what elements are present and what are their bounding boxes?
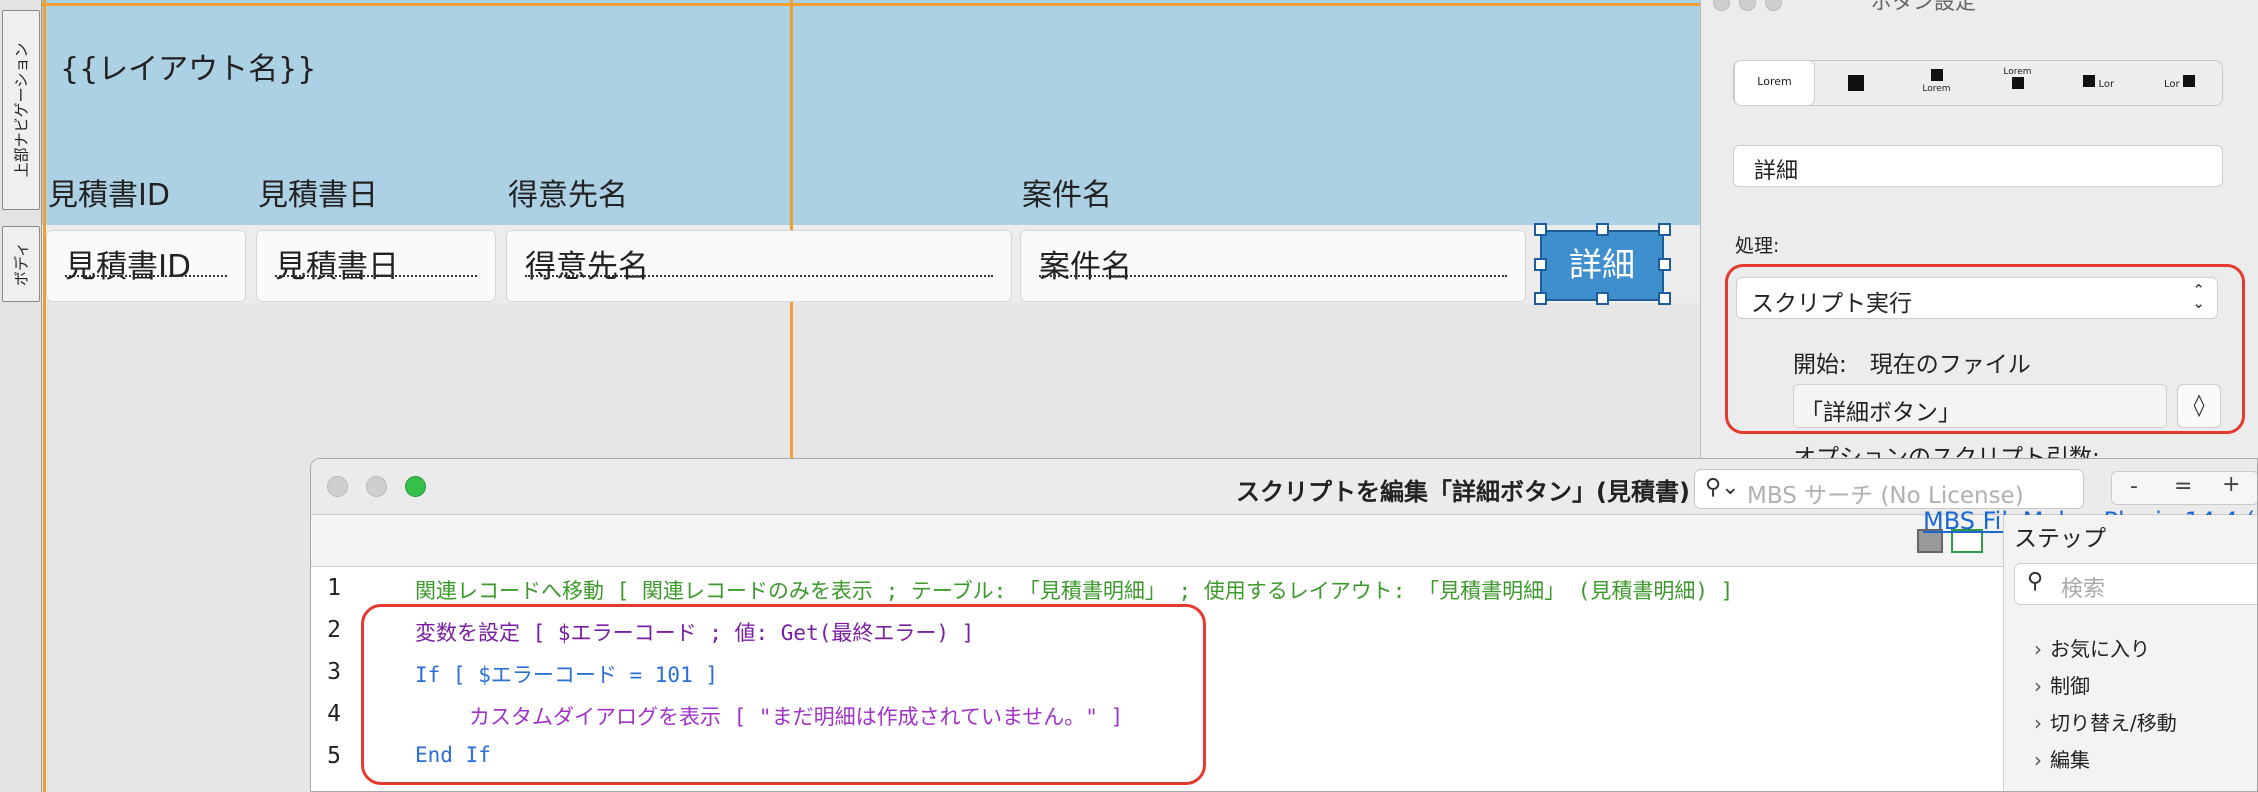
square-icon: [2183, 75, 2196, 87]
style-icon-right[interactable]: Lor: [2139, 61, 2220, 105]
style-icon-only[interactable]: [1815, 61, 1896, 105]
button-style-selector[interactable]: Lorem Lorem Lorem Lor Lor: [1733, 60, 2223, 106]
close-window-button[interactable]: [327, 476, 348, 497]
script-picker-icon[interactable]: ◊: [2177, 384, 2221, 428]
style-icon-top[interactable]: Lorem: [1896, 61, 1977, 105]
field-estimate-id-label: 見積書ID: [65, 249, 192, 285]
mbs-search-placeholder: MBS サーチ (No License): [1747, 483, 2024, 509]
script-step-go-to-related-record[interactable]: 関連レコードへ移動 [ 関連レコードのみを表示 ; テーブル: 「見積書明細」 …: [415, 575, 1733, 605]
style-text-only[interactable]: Lorem: [1734, 60, 1815, 106]
resize-handle[interactable]: [1658, 223, 1671, 236]
close-window-button[interactable]: [1713, 0, 1730, 11]
square-icon: [2082, 75, 2095, 87]
line-number: 1: [327, 575, 341, 601]
square-icon: [2011, 77, 2024, 89]
style-icon-left-label: Lor: [2098, 79, 2115, 90]
chevron-right-icon: ›: [2034, 748, 2042, 772]
zoom-control[interactable]: - = +: [2111, 471, 2257, 505]
chevron-right-icon: ›: [2034, 674, 2042, 698]
boundary-left: [43, 0, 46, 792]
search-icon: ⚲: [2027, 569, 2044, 594]
line-number: 5: [327, 743, 341, 769]
action-select[interactable]: スクリプト実行 ⌃ ⌄: [1736, 277, 2218, 319]
field-estimate-id[interactable]: 見積書ID: [46, 230, 246, 302]
zoom-reset-button[interactable]: =: [2174, 474, 2192, 499]
part-tab-header-label: 上部ナビゲーション: [12, 42, 31, 178]
style-icon-right-label: Lor: [2163, 79, 2180, 90]
script-window-title: スクリプトを編集「詳細ボタン」(見積書): [1236, 478, 1690, 506]
minimize-window-button[interactable]: [1739, 0, 1756, 11]
style-icon-top-label: Lorem: [1922, 84, 1951, 94]
layout-name-placeholder[interactable]: {{レイアウト名}}: [60, 44, 316, 88]
category-label: 切り替え/移動: [2050, 711, 2177, 735]
part-tab-header[interactable]: 上部ナビゲーション: [2, 10, 40, 210]
field-project[interactable]: 案件名: [1020, 230, 1526, 302]
mbs-search-input[interactable]: ⚲⌄ MBS サーチ (No License): [1694, 469, 2084, 509]
style-icon-bottom-label: Lorem: [2003, 67, 2032, 77]
resize-handle[interactable]: [1658, 292, 1671, 305]
steps-search-placeholder: 検索: [2061, 577, 2106, 602]
script-name-field[interactable]: 「詳細ボタン」: [1793, 384, 2167, 428]
line-number: 4: [327, 701, 341, 727]
category-editing[interactable]: › 編集: [2034, 744, 2090, 773]
action-select-value: スクリプト実行: [1751, 291, 1912, 317]
header-label-estimate-date[interactable]: 見積書日: [258, 170, 378, 214]
category-label: 編集: [2050, 748, 2090, 772]
category-label: 制御: [2050, 674, 2090, 698]
style-icon-left[interactable]: Lor: [2058, 61, 2139, 105]
resize-handle[interactable]: [1596, 223, 1609, 236]
square-icon: [1930, 69, 1943, 81]
style-icon-bottom[interactable]: Lorem: [1977, 61, 2058, 105]
panel-title: ボタン設定: [1871, 0, 1976, 14]
category-control[interactable]: › 制御: [2034, 670, 2090, 699]
line-number: 2: [327, 617, 341, 643]
resize-handle[interactable]: [1658, 258, 1671, 271]
chevron-right-icon: ›: [2034, 637, 2042, 661]
boundary-top: [42, 3, 1702, 6]
header-label-estimate-id[interactable]: 見積書ID: [48, 170, 170, 214]
field-estimate-date-label: 見積書日: [275, 249, 399, 285]
button-settings-panel: ボタン設定 Lorem Lorem Lorem Lor Lor 詳細 処理: ス…: [1700, 0, 2258, 471]
script-workspace-window: スクリプトを編集「詳細ボタン」(見積書) ⚲⌄ MBS サーチ (No Lice…: [310, 458, 2258, 792]
part-tab-body-label: ボディ: [12, 242, 31, 286]
category-favorites[interactable]: › お気に入り: [2034, 633, 2150, 662]
updown-chevron-icon: ⌃ ⌄: [2192, 281, 2205, 312]
header-label-project[interactable]: 案件名: [1022, 170, 1112, 214]
field-project-label: 案件名: [1039, 249, 1132, 285]
steps-pane: ステップ ⚲ 検索 › お気に入り › 制御 › 切り替え/移動 › 編集: [2003, 515, 2257, 791]
line-number: 3: [327, 659, 341, 685]
minimize-window-button[interactable]: [366, 476, 387, 497]
style-text-only-label: Lorem: [1757, 75, 1792, 88]
field-customer[interactable]: 得意先名: [506, 230, 1012, 302]
search-icon: ⚲⌄: [1705, 475, 1740, 500]
category-label: お気に入り: [2050, 637, 2150, 661]
chevron-right-icon: ›: [2034, 711, 2042, 735]
part-tab-body[interactable]: ボディ: [2, 226, 40, 302]
highlight-annotation: [361, 604, 1206, 785]
steps-pane-title: ステップ: [2014, 526, 2106, 552]
category-navigation[interactable]: › 切り替え/移動: [2034, 707, 2177, 736]
resize-handle[interactable]: [1534, 292, 1547, 305]
resize-handle[interactable]: [1534, 223, 1547, 236]
field-customer-label: 得意先名: [525, 249, 649, 285]
zoom-in-button[interactable]: +: [2222, 472, 2240, 497]
steps-search-input[interactable]: ⚲ 検索: [2014, 563, 2257, 605]
start-file-label: 開始: 現在のファイル: [1793, 352, 2031, 378]
detail-button[interactable]: 詳細: [1540, 230, 1664, 301]
button-label-input[interactable]: 詳細: [1733, 145, 2223, 187]
zoom-out-button[interactable]: -: [2130, 474, 2138, 499]
resize-handle[interactable]: [1596, 292, 1609, 305]
zoom-window-button[interactable]: [1765, 0, 1782, 11]
zoom-window-button[interactable]: [405, 476, 426, 497]
resize-handle[interactable]: [1534, 258, 1547, 271]
field-estimate-date[interactable]: 見積書日: [256, 230, 496, 302]
process-label: 処理:: [1735, 235, 1780, 257]
header-label-customer[interactable]: 得意先名: [508, 170, 628, 214]
square-icon: [1847, 75, 1864, 91]
